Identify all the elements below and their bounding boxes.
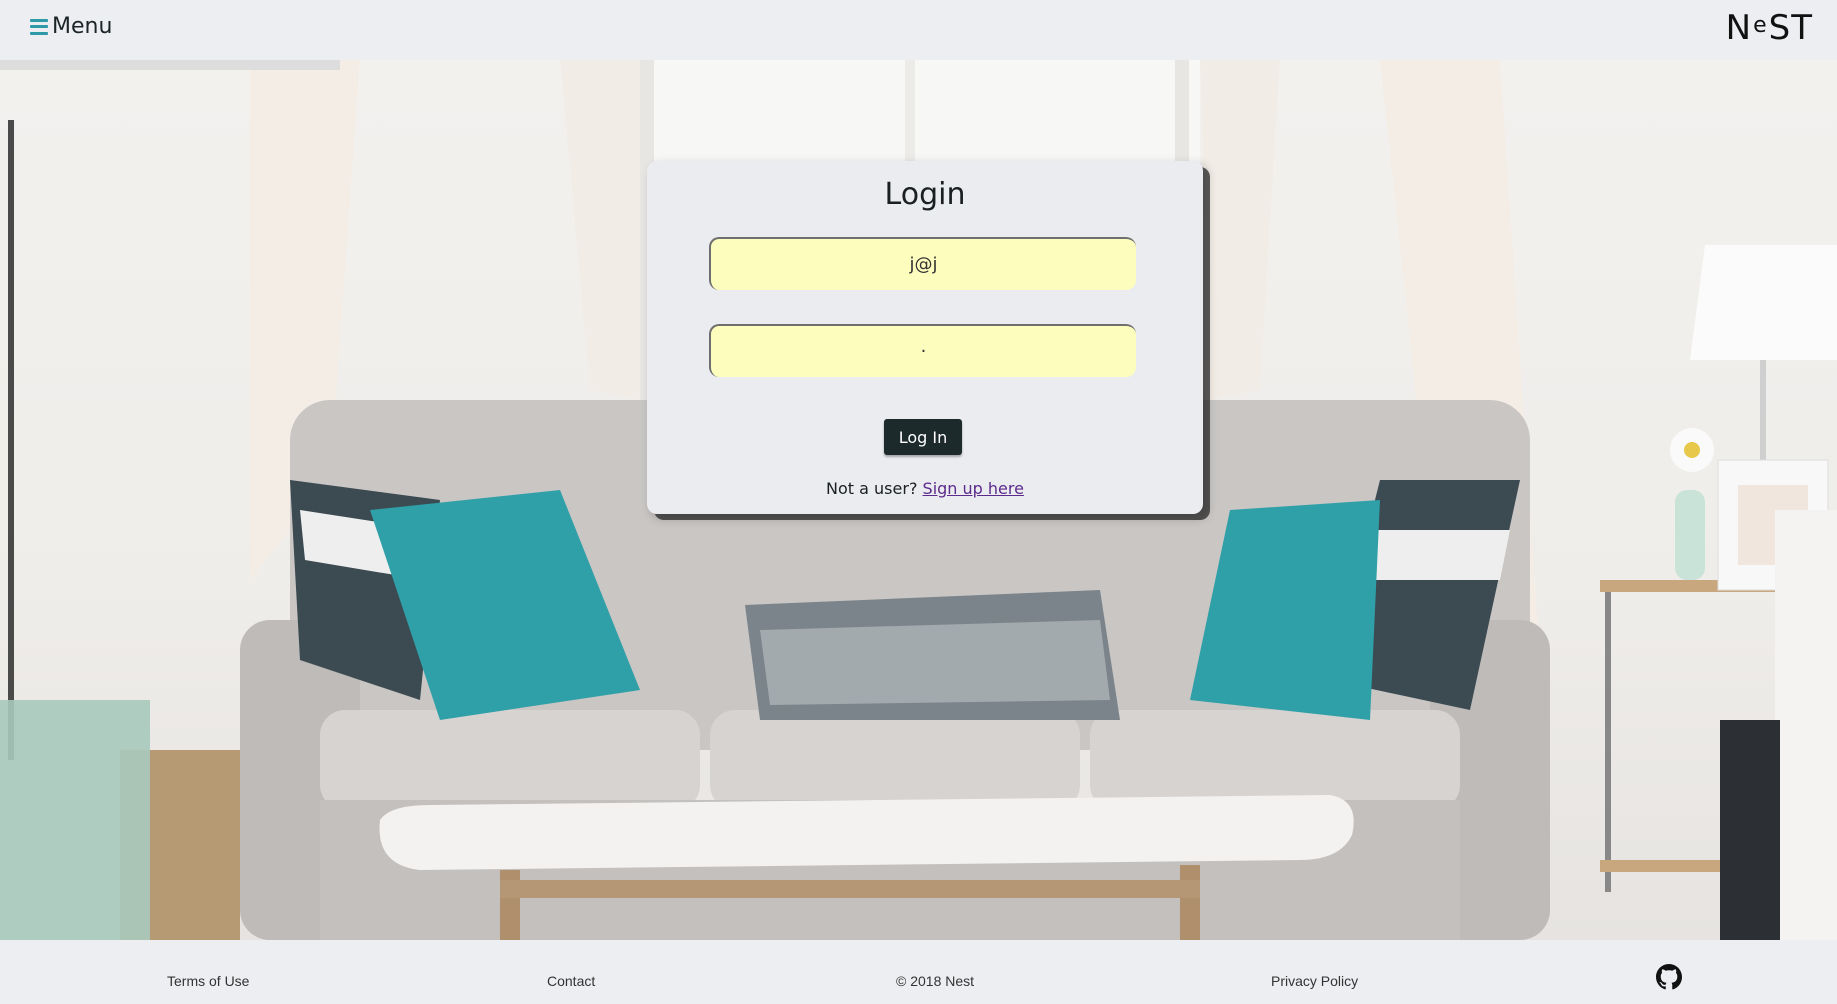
footer: Terms of Use Contact © 2018 Nest Privacy…: [0, 940, 1837, 1004]
signup-link[interactable]: Sign up here: [923, 479, 1024, 498]
logo-letters-st: ST: [1768, 8, 1813, 48]
nest-logo[interactable]: N e ST: [1726, 8, 1813, 48]
logo-letter-e: e: [1753, 13, 1768, 38]
top-bar: Menu N e ST: [0, 0, 1837, 60]
contact-link[interactable]: Contact: [547, 973, 595, 989]
privacy-policy-link[interactable]: Privacy Policy: [1271, 973, 1358, 989]
terms-of-use-link[interactable]: Terms of Use: [167, 973, 249, 989]
password-input[interactable]: [709, 324, 1136, 377]
signup-prompt: Not a user? Sign up here: [647, 479, 1203, 498]
copyright-text: © 2018 Nest: [896, 973, 975, 989]
menu-label: Menu: [52, 14, 113, 39]
github-icon[interactable]: [1656, 964, 1682, 990]
signup-prompt-text: Not a user?: [826, 479, 918, 498]
logo-letter-n: N: [1725, 8, 1753, 48]
hamburger-icon: [30, 18, 48, 35]
login-title: Login: [884, 177, 966, 212]
login-card: Login Log In Not a user? Sign up here: [647, 161, 1203, 514]
menu-button[interactable]: Menu: [30, 14, 112, 39]
log-in-button[interactable]: Log In: [884, 419, 962, 455]
email-input[interactable]: [709, 237, 1136, 290]
